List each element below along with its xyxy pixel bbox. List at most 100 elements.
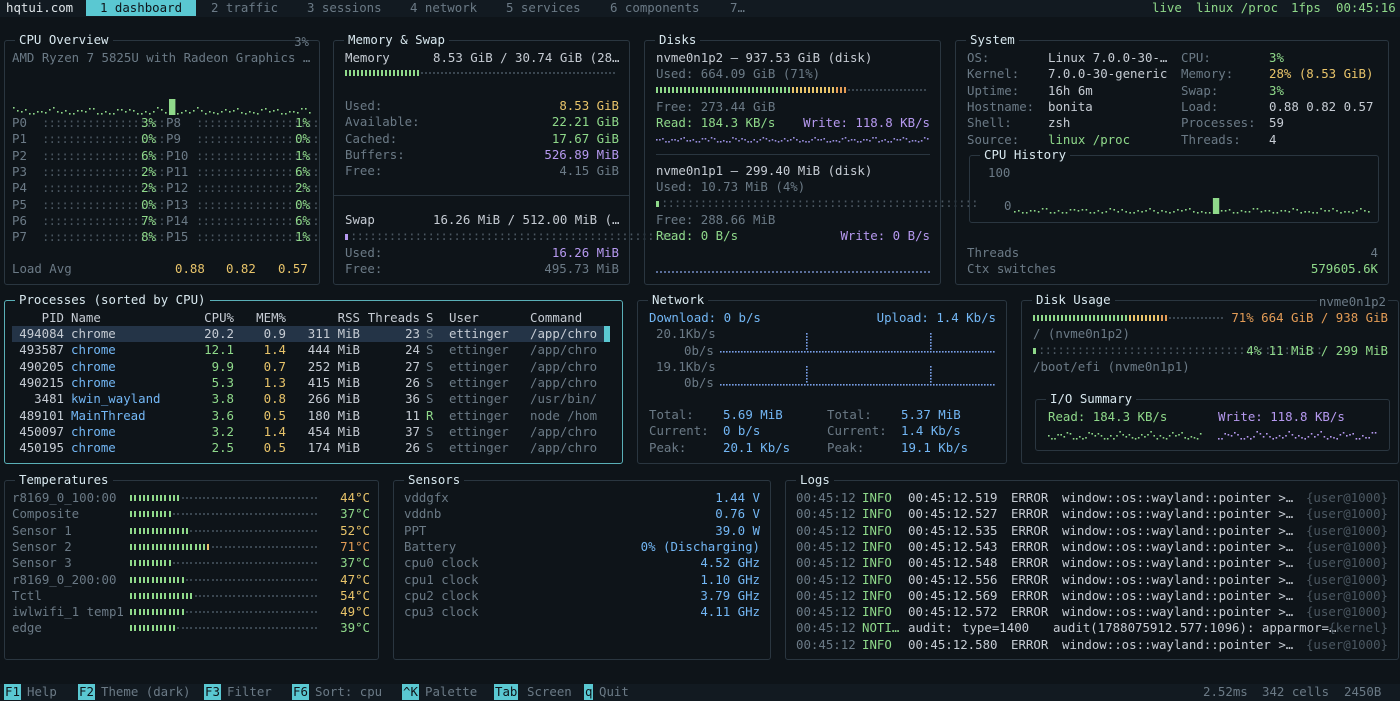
tab-sessions[interactable]: 3 sessions bbox=[307, 0, 382, 16]
tab-traffic[interactable]: 2 traffic bbox=[211, 0, 278, 16]
key-sort:[interactable]: F6 bbox=[292, 684, 309, 701]
temp-level-bar bbox=[130, 527, 320, 534]
graph-baseline-dot bbox=[990, 384, 992, 386]
bar-segment-filled bbox=[760, 87, 762, 93]
process-row[interactable]: 3481 kwin_wayland 3.8 0.8 266 MiB 36 Settinger… bbox=[12, 391, 610, 407]
key-filter[interactable]: F3 bbox=[204, 684, 221, 701]
bar-segment-filled bbox=[142, 543, 145, 550]
bar-segment-empty bbox=[864, 89, 866, 91]
bar-segment-empty bbox=[207, 594, 210, 597]
bar-segment-empty bbox=[220, 627, 223, 630]
process-row[interactable]: 490215 chrome 5.3 1.3 415 MiB 26 Settinger/app… bbox=[12, 375, 610, 391]
tab-components[interactable]: 6 components bbox=[610, 0, 700, 16]
column-header-threads[interactable]: Threads bbox=[366, 310, 420, 326]
column-header-rss[interactable]: RSS bbox=[294, 310, 360, 326]
spark-point bbox=[1269, 436, 1271, 438]
key-screen[interactable]: Tab bbox=[494, 684, 519, 701]
key-label: Quit bbox=[599, 684, 629, 699]
sensor-value: 3.79 GHz bbox=[700, 587, 760, 603]
spark-point bbox=[1312, 212, 1314, 214]
system-right-value: 3% bbox=[1269, 50, 1284, 65]
process-row[interactable]: 450195 chrome 2.5 0.5 174 MiB 26 Settinger/app… bbox=[12, 440, 610, 456]
spark-point bbox=[1360, 208, 1362, 210]
column-header-command[interactable]: Command bbox=[530, 310, 582, 326]
graph-baseline-dot bbox=[936, 384, 938, 386]
bar-segment-empty bbox=[267, 627, 270, 630]
bar-segment-empty bbox=[1209, 317, 1211, 319]
bar-segment-empty bbox=[267, 578, 270, 581]
bar-segment-empty bbox=[1205, 317, 1207, 319]
bar-segment-filled bbox=[365, 70, 367, 76]
column-header-mem-pct[interactable]: MEM% bbox=[242, 310, 286, 326]
graph-baseline-dot bbox=[825, 384, 827, 386]
sensor-label: cpu1 clock bbox=[404, 571, 479, 587]
key-theme[interactable]: F2 bbox=[78, 684, 95, 701]
tab-more[interactable]: 7… bbox=[730, 0, 745, 16]
temp-level-bar bbox=[130, 592, 320, 599]
process-row[interactable]: 490205 chrome 9.9 0.7 252 MiB 27 Settinger/app… bbox=[12, 359, 610, 375]
column-header-user[interactable]: User bbox=[449, 310, 479, 326]
bar-segment-empty bbox=[259, 497, 261, 499]
bar-segment-filled bbox=[752, 87, 754, 93]
column-header-name[interactable]: Name bbox=[71, 310, 101, 326]
bar-segment-empty bbox=[259, 594, 261, 597]
bar-segment-empty bbox=[912, 89, 914, 91]
spark-point bbox=[133, 110, 135, 112]
log-tag: ERROR bbox=[1011, 506, 1049, 522]
tab-network[interactable]: 4 network bbox=[410, 0, 477, 16]
bar-segment-empty bbox=[220, 513, 223, 516]
bar-segment-empty bbox=[302, 513, 304, 516]
tab-services[interactable]: 5 services bbox=[506, 0, 581, 16]
swap-row-value: 16.26 MiB bbox=[551, 245, 619, 260]
system-left-label: Uptime: bbox=[967, 82, 1020, 98]
spark-point bbox=[753, 139, 756, 141]
bar-segment-filled bbox=[173, 543, 175, 550]
bar-segment-filled bbox=[788, 87, 790, 93]
spark-point bbox=[823, 138, 826, 140]
spark-point bbox=[1268, 210, 1271, 212]
key-label: Help bbox=[27, 684, 57, 699]
key-quit[interactable]: q bbox=[584, 684, 594, 701]
graph-baseline-dot bbox=[933, 351, 935, 353]
column-header-pid[interactable]: PID bbox=[12, 310, 64, 326]
key-help[interactable]: F1 bbox=[4, 684, 21, 701]
log-message: window::os::wayland::pointer >… bbox=[1062, 538, 1294, 554]
process-row[interactable]: 450097 chrome 3.2 1.4 454 MiB 37 Settinger/app… bbox=[12, 424, 610, 440]
disks-panel: Disks nvme0n1p2 — 937.53 GiB (disk) Used… bbox=[644, 32, 979, 285]
column-header-cpu-pct[interactable]: CPU% bbox=[188, 310, 234, 326]
bar-segment-empty bbox=[254, 627, 257, 630]
sensor-label: Battery bbox=[404, 538, 457, 554]
column-header-s[interactable]: S bbox=[426, 310, 433, 326]
spark-point bbox=[213, 112, 215, 114]
tab-dashboard[interactable]: 1 dashboard bbox=[86, 0, 196, 17]
disk1-usage-bar bbox=[656, 87, 930, 93]
graph-baseline-dot bbox=[912, 384, 914, 386]
process-row[interactable]: 489101 MainThread 3.6 0.5 180 MiB 11 Rettinger… bbox=[12, 408, 610, 424]
bar-segment-empty bbox=[198, 627, 201, 630]
spark-point bbox=[750, 141, 752, 143]
spark-point bbox=[799, 141, 801, 143]
panel-title: System bbox=[966, 32, 1019, 49]
bar-segment-empty bbox=[216, 594, 218, 597]
graph-baseline-dot bbox=[852, 351, 854, 353]
temp-level-bar bbox=[130, 625, 320, 632]
process-row[interactable]: 493587 chrome 12.1 1.4 444 MiB 24 Settinger/ap… bbox=[12, 342, 610, 358]
spark-point bbox=[1220, 210, 1223, 212]
key-palette[interactable]: ^K bbox=[402, 684, 419, 701]
spark-point bbox=[722, 140, 725, 142]
graph-baseline-dot bbox=[741, 384, 743, 386]
core-label: P12 bbox=[166, 180, 189, 196]
scrollbar-thumb[interactable] bbox=[604, 326, 610, 342]
bar-segment-filled bbox=[130, 609, 132, 616]
process-row[interactable]: 494084 chrome 20.2 0.9 311 MiB 23 Settinger/ap… bbox=[12, 326, 610, 342]
spark-point bbox=[1288, 211, 1291, 213]
spark-point bbox=[1221, 438, 1223, 440]
process-cell: /usr/bin/ bbox=[530, 391, 598, 407]
spark-point bbox=[1051, 438, 1053, 440]
bar-segment-filled bbox=[160, 576, 163, 583]
bar-segment-empty bbox=[293, 529, 296, 532]
spark-point bbox=[671, 139, 673, 141]
graph-baseline-dot bbox=[783, 384, 785, 386]
spark-point bbox=[890, 141, 893, 143]
bar-segment-empty bbox=[259, 611, 261, 614]
